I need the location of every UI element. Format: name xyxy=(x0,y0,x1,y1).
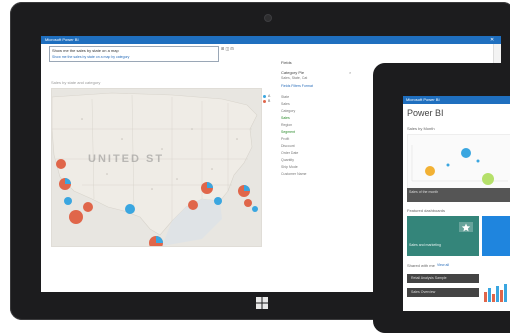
legend-swatch xyxy=(263,94,266,98)
map-country-label: UNITED ST xyxy=(88,153,165,165)
scatter-point xyxy=(476,159,480,163)
tile-label: Sales and marketing xyxy=(409,243,441,247)
toolbar-icons[interactable]: ⊞ ◫ ⊟ xyxy=(221,46,234,51)
map-bubble[interactable] xyxy=(244,199,252,207)
scatter-canvas xyxy=(411,145,508,185)
close-icon[interactable]: ✕ xyxy=(490,36,494,44)
field-item[interactable]: Profit xyxy=(281,136,306,143)
scatter-point xyxy=(461,148,471,158)
view-all-link[interactable]: View all xyxy=(437,263,449,267)
query-text: Show me the sales by state on a map xyxy=(52,48,119,53)
field-item[interactable]: Order Date xyxy=(281,150,306,157)
map-bubble[interactable] xyxy=(56,159,66,169)
us-map-visual[interactable]: UNITED ST xyxy=(51,88,262,247)
map-bubble[interactable] xyxy=(238,185,250,197)
list-item-label: Retail Analysis Sample xyxy=(411,276,447,280)
field-item[interactable]: Quantity xyxy=(281,157,306,164)
secondary-screen: Microsoft Power BI Power BI Sales by Mon… xyxy=(403,96,510,311)
window-title-bar: Microsoft Power BI xyxy=(403,96,510,104)
field-item[interactable]: Discount xyxy=(281,143,306,150)
map-title: Sales by state and category xyxy=(51,80,101,85)
section-title: Sales by Month xyxy=(407,126,435,131)
section-title: Shared with me xyxy=(407,263,435,268)
map-bubble[interactable] xyxy=(125,204,135,214)
dashboard-tile[interactable]: Sales and marketing xyxy=(407,216,479,256)
chart-caption-bar: Sales of the month xyxy=(407,188,510,202)
star-icon xyxy=(459,222,473,232)
camera-icon xyxy=(264,14,272,22)
scatter-visual[interactable] xyxy=(407,134,510,194)
map-bubble[interactable] xyxy=(214,197,222,205)
scatter-point xyxy=(425,166,435,176)
field-item[interactable]: Ship Mode xyxy=(281,164,306,171)
field-item[interactable]: Category xyxy=(281,108,306,115)
map-bubble[interactable] xyxy=(59,178,71,190)
legend-label: B xyxy=(268,99,271,103)
map-bubble[interactable] xyxy=(252,206,258,212)
map-legend: A B xyxy=(263,94,270,104)
map-bubble[interactable] xyxy=(149,236,163,246)
section-title: Featured dashboards xyxy=(407,208,446,213)
qa-query-box[interactable]: Show me the sales by state on a map Show… xyxy=(49,46,219,62)
fields-pane-sub: Sales, State, Cat xyxy=(281,76,308,80)
list-item-label: Sales Overview xyxy=(411,290,436,294)
list-item[interactable]: Sales Overview xyxy=(407,288,479,297)
window-title: Microsoft Power BI xyxy=(406,97,440,102)
map-canvas xyxy=(52,92,258,246)
chart-caption: Sales of the month xyxy=(409,190,439,194)
field-item[interactable]: State xyxy=(281,94,306,101)
fields-pane-title: Fields xyxy=(281,60,292,65)
fields-pane-tabs[interactable]: Fields Filters Format xyxy=(281,84,313,88)
map-bubble[interactable] xyxy=(69,210,83,224)
fields-list: State Sales Category Sales Region Segmen… xyxy=(281,94,306,178)
windows-logo-icon[interactable] xyxy=(256,297,268,309)
field-item[interactable]: Region xyxy=(281,122,306,129)
dashboard-tile[interactable] xyxy=(482,216,510,256)
window-title: Microsoft Power BI xyxy=(45,37,79,42)
map-bubble[interactable] xyxy=(83,202,93,212)
window-title-bar: Microsoft Power BI ✕ xyxy=(41,36,501,44)
scatter-point xyxy=(446,163,450,167)
map-bubble[interactable] xyxy=(188,200,198,210)
query-suggestion-link[interactable]: Show me the sales by state on a map by c… xyxy=(52,55,129,59)
app-title: Power BI xyxy=(407,108,444,118)
scatter-point xyxy=(482,173,494,185)
map-bubble[interactable] xyxy=(201,182,213,194)
field-item[interactable]: Sales xyxy=(281,115,306,122)
mini-bar-chart[interactable] xyxy=(483,276,510,304)
field-item[interactable]: Segment xyxy=(281,129,306,136)
legend-item: B xyxy=(263,99,270,104)
legend-swatch xyxy=(263,99,266,103)
map-bubble[interactable] xyxy=(64,197,72,205)
field-item[interactable]: Sales xyxy=(281,101,306,108)
field-item[interactable]: Customer Name xyxy=(281,171,306,178)
list-item[interactable]: Retail Analysis Sample xyxy=(407,274,479,283)
fields-pane: Fields Category Pie × Sales, State, Cat … xyxy=(281,60,356,210)
fields-pane-header: Category Pie xyxy=(281,70,305,75)
legend-label: A xyxy=(268,94,271,98)
close-icon[interactable]: × xyxy=(349,70,351,75)
